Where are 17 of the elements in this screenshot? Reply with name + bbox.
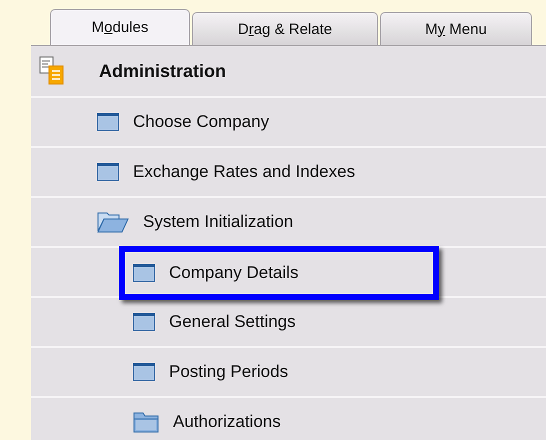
menu-item[interactable]: System Initialization: [143, 212, 294, 232]
menu-item[interactable]: Exchange Rates and Indexes: [133, 162, 356, 182]
tab[interactable]: Modules: [50, 9, 190, 45]
menu-item[interactable]: Company Details: [169, 263, 298, 283]
tab[interactable]: Drag & Relate: [192, 12, 378, 45]
window-icon: [133, 313, 155, 331]
window-icon: [133, 363, 155, 381]
menu-item[interactable]: Authorizations: [173, 412, 281, 432]
module-icon: [39, 56, 65, 86]
tab[interactable]: My Menu: [380, 12, 532, 45]
module-title: Administration: [99, 60, 226, 82]
menu-item[interactable]: Choose Company: [133, 112, 270, 132]
menu-item[interactable]: Posting Periods: [169, 362, 288, 382]
window-icon: [97, 163, 119, 181]
window-icon: [97, 113, 119, 131]
window-icon: [133, 264, 155, 282]
menu-item[interactable]: General Settings: [169, 312, 296, 332]
